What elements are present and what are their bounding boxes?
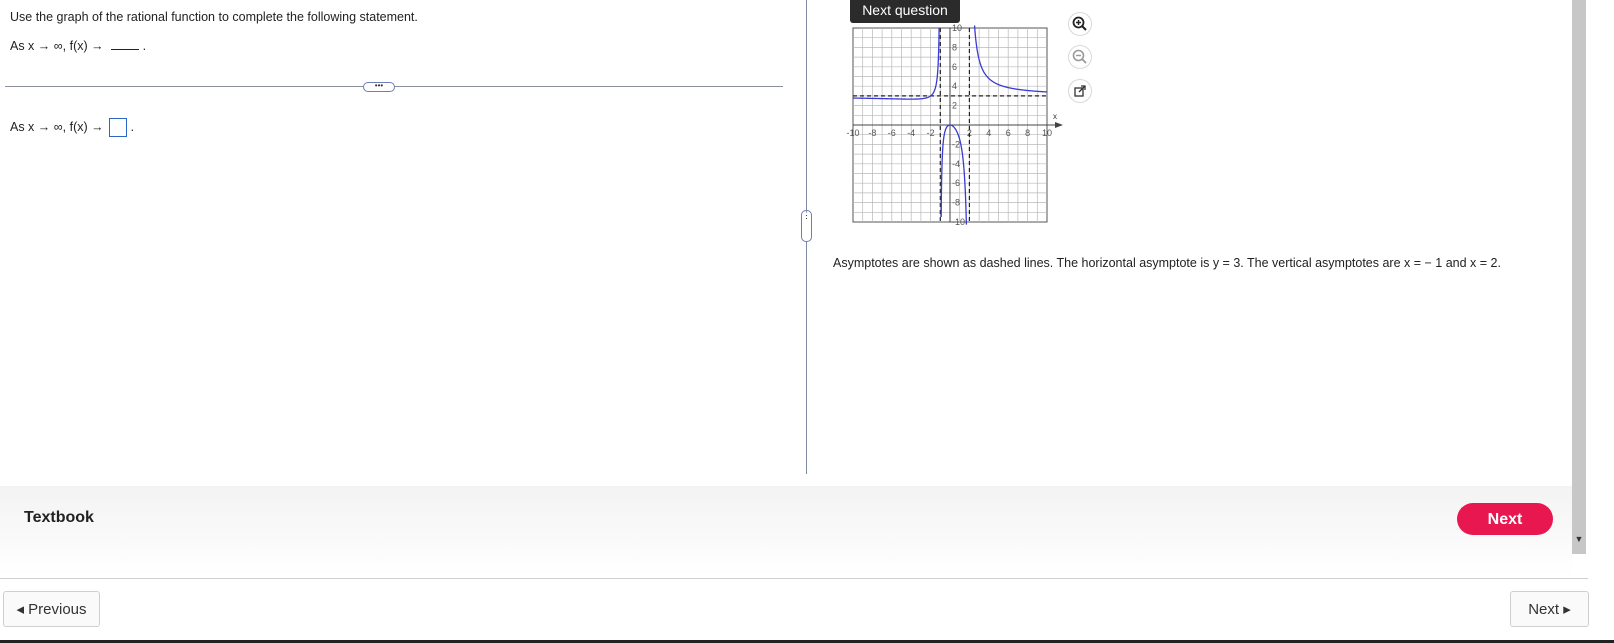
y-tick-label: 6 [952,62,957,72]
x-tick-label: -2 [927,128,935,138]
x-tick-label: -8 [868,128,876,138]
x-tick-label: 4 [986,128,991,138]
next-question-tooltip: Next question [850,0,960,23]
x-tick-label: -6 [888,128,896,138]
zoom-out-icon[interactable] [1068,45,1092,69]
y-tick-label: 4 [952,81,957,91]
answer-input[interactable] [109,118,128,137]
scrollbar[interactable] [1572,0,1586,554]
x-tick-label: -4 [907,128,915,138]
answer-prompt: As x → ∞, f(x) → [10,119,104,134]
x-tick-label: 6 [1006,128,1011,138]
resize-handle-vertical[interactable]: ⋮ [801,210,812,242]
graph-caption: Asymptotes are shown as dashed lines. Th… [833,256,1501,270]
statement-text: As x → ∞, f(x) → [10,39,104,53]
x-tick-label: 10 [1042,128,1052,138]
footer-separator [0,578,1588,579]
x-tick-label: -10 [846,128,859,138]
x-axis-label: x [1053,112,1057,121]
answer-row: As x → ∞, f(x) → . [10,118,134,137]
y-tick-label: 2 [952,101,957,111]
statement-period: . [142,39,147,53]
graph-grid: x [852,27,1063,223]
y-tick-label: -8 [952,198,960,208]
rational-function-graph: x -10-8-6-4-2246810108642-2-4-6-8-10 [846,23,1063,227]
textbook-link[interactable]: Textbook [24,509,94,527]
previous-button[interactable]: ◂ Previous [3,591,100,627]
scroll-down-arrow[interactable]: ▼ [1573,534,1585,546]
y-tick-label: -10 [952,217,965,227]
question-statement: As x → ∞, f(x) → . [10,39,146,53]
bottom-toolbar [0,486,1572,576]
external-link-icon[interactable] [1068,79,1092,103]
x-tick-label: 8 [1025,128,1030,138]
y-tick-label: -6 [952,178,960,188]
y-tick-label: -2 [952,139,960,149]
answer-period: . [130,119,135,134]
y-tick-label: -4 [952,159,960,169]
x-axis-arrow [1055,122,1063,128]
y-tick-label: 10 [952,23,962,33]
resize-handle-horizontal[interactable]: ••• [363,82,395,92]
y-tick-label: 8 [952,42,957,52]
next-nav-button[interactable]: Next ▸ [1510,591,1589,627]
next-button[interactable]: Next [1457,503,1553,535]
statement-blank [111,39,140,50]
zoom-in-icon[interactable] [1068,12,1092,36]
question-instruction: Use the graph of the rational function t… [10,10,418,24]
